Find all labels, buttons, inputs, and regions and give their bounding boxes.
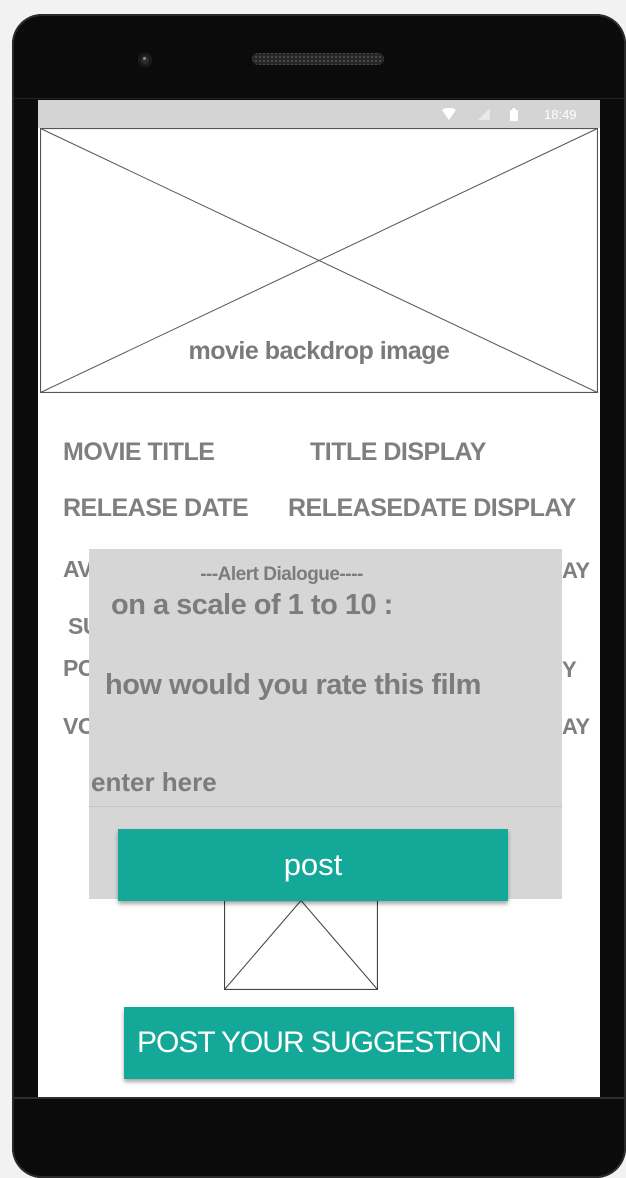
bezel-divider-top: [12, 98, 626, 99]
signal-icon: [478, 108, 490, 120]
wifi-icon: [442, 108, 456, 120]
poster-image-placeholder: [224, 900, 378, 990]
camera-icon: [138, 53, 152, 67]
partial-display-votes: AY: [562, 714, 590, 739]
status-time: 18:49: [544, 107, 577, 122]
post-suggestion-button[interactable]: POST YOUR SUGGESTION: [124, 1007, 514, 1079]
partial-display-popularity: Y: [562, 657, 577, 682]
dialog-question-scale: on a scale of 1 to 10 :: [111, 589, 393, 621]
battery-icon: [510, 108, 518, 121]
rating-input[interactable]: [89, 759, 562, 807]
release-date-label: RELEASE DATE: [63, 494, 249, 522]
bezel-divider-bottom: [12, 1097, 626, 1099]
partial-display-average: AY: [562, 558, 590, 583]
dialog-question-rate: how would you rate this film: [105, 669, 481, 701]
post-button[interactable]: post: [118, 829, 508, 901]
alert-dialog: ---Alert Dialogue---- on a scale of 1 to…: [89, 549, 562, 901]
movie-title-label: MOVIE TITLE: [63, 438, 215, 466]
title-display: TITLE DISPLAY: [310, 438, 486, 466]
partial-label-average: AV: [63, 556, 93, 582]
dialog-title: ---Alert Dialogue----: [200, 564, 363, 585]
phone-screen: 18:49 movie backdrop image MOVIE TITLE T…: [38, 100, 600, 1097]
speaker-grille: [252, 53, 384, 65]
backdrop-image-label: movie backdrop image: [188, 337, 450, 365]
status-bar: 18:49: [38, 100, 600, 128]
releasedate-display: RELEASEDATE DISPLAY: [288, 494, 576, 522]
